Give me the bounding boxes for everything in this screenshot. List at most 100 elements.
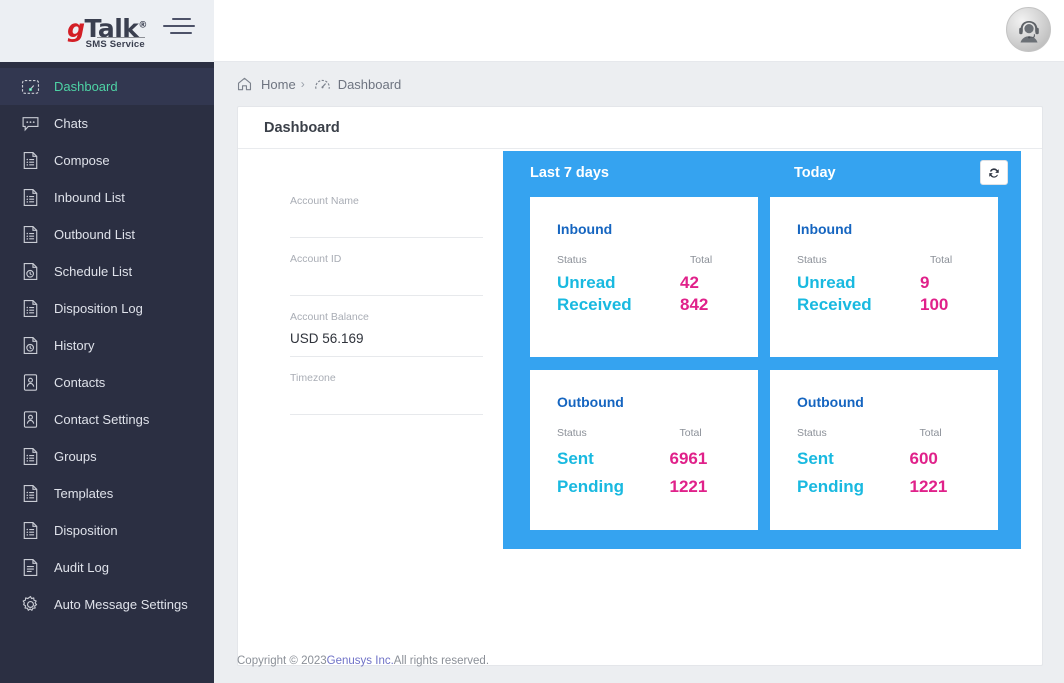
- home-icon: [237, 76, 255, 92]
- stat-card-header-row: Status Total: [797, 254, 973, 272]
- refresh-sync-icon: [989, 167, 999, 178]
- sidebar-item-label: Auto Message Settings: [54, 597, 188, 612]
- account-info-list: Account Name Account ID Account Balance USD…: [290, 195, 483, 430]
- stat-card-inbound-today: Inbound Status Total Unread 9 Received 100: [770, 197, 998, 357]
- column-header-status: Status: [557, 254, 587, 266]
- column-header-status: Status: [797, 254, 827, 266]
- stats-column-header-last7days: Last 7 days: [530, 165, 609, 181]
- footer: Copyright © 2023 Genusys Inc. All rights…: [214, 639, 1064, 683]
- stat-status-label: Unread: [557, 273, 616, 292]
- stat-card-header-row: Status Total: [557, 254, 733, 272]
- sidebar-item-disposition-log[interactable]: Disposition Log: [0, 290, 214, 327]
- table-row: Sent 600: [797, 445, 973, 473]
- table-row: Pending 1221: [797, 473, 973, 501]
- document-list-icon: [19, 188, 41, 208]
- breadcrumb-home-label[interactable]: Home: [261, 77, 296, 92]
- sidebar-item-label: Templates: [54, 486, 114, 501]
- footer-company-link[interactable]: Genusys Inc.: [327, 655, 394, 667]
- topbar: [214, 0, 1064, 62]
- sidebar-item-outbound-list[interactable]: Outbound List: [0, 216, 214, 253]
- stat-total-value: 1221: [669, 477, 708, 496]
- sidebar-item-label: Chats: [54, 116, 88, 131]
- document-list-icon: [19, 521, 41, 541]
- stat-status-label: Sent: [797, 449, 834, 468]
- sidebar-item-groups[interactable]: Groups: [0, 438, 214, 475]
- sidebar-item-label: Groups: [54, 449, 97, 464]
- stat-card-outbound-last-7-days: Outbound Status Total Sent 6961 Pending 1221: [530, 370, 758, 530]
- document-list-icon: [19, 447, 41, 467]
- stat-total-value: 6961: [669, 449, 708, 468]
- column-header-status: Status: [557, 427, 587, 439]
- sidebar-item-dashboard[interactable]: Dashboard: [0, 68, 214, 105]
- sidebar-item-label: History: [54, 338, 95, 353]
- stats-cards-grid: Inbound Status Total Unread 42 Received 842 Inb…: [530, 197, 998, 530]
- sidebar-item-label: Disposition Log: [54, 301, 143, 316]
- hamburger-line-3: [170, 32, 192, 34]
- column-header-total: Total: [689, 254, 713, 266]
- sidebar-item-audit-log[interactable]: Audit Log: [0, 549, 214, 586]
- logo-g-letter: g: [67, 13, 85, 43]
- stat-total-value: 1221: [909, 477, 948, 496]
- column-header-total: Total: [679, 427, 702, 439]
- sidebar-item-disposition[interactable]: Disposition: [0, 512, 214, 549]
- table-row: Received 842: [557, 294, 733, 316]
- table-row: Unread 9: [797, 272, 973, 294]
- sidebar: gTalk® SMS Service Dashboard Chats Compose…: [0, 0, 214, 683]
- sidebar-item-inbound-list[interactable]: Inbound List: [0, 179, 214, 216]
- breadcrumb-current-label: Dashboard: [337, 76, 402, 92]
- refresh-button[interactable]: [980, 160, 1008, 185]
- sidebar-item-compose[interactable]: Compose: [0, 142, 214, 179]
- stat-card-table: Status Total Sent 600 Pending 1221: [797, 427, 973, 501]
- sidebar-item-schedule-list[interactable]: Schedule List: [0, 253, 214, 290]
- stat-card-title: Outbound: [797, 394, 864, 410]
- sidebar-item-auto-message-settings[interactable]: Auto Message Settings: [0, 586, 214, 623]
- dashboard-panel: Dashboard Account Name Account ID Account …: [237, 106, 1043, 666]
- agent-headset-avatar[interactable]: [1006, 7, 1051, 52]
- stat-status-label: Received: [557, 295, 632, 314]
- sidebar-item-label: Schedule List: [54, 264, 133, 279]
- footer-copyright-suffix: All rights reserved.: [393, 655, 490, 667]
- account-field-label: Account Balance: [290, 311, 369, 323]
- stat-card-table: Status Total Sent 6961 Pending 1221: [557, 427, 733, 501]
- stat-total-value: 9: [919, 273, 930, 292]
- hamburger-menu-icon[interactable]: [163, 18, 197, 44]
- table-row: Pending 1221: [557, 473, 733, 501]
- panel-header: Dashboard: [238, 107, 1042, 149]
- sidebar-item-label: Disposition: [54, 523, 118, 538]
- stat-total-value: 100: [919, 295, 949, 314]
- stat-status-label: Pending: [557, 477, 625, 496]
- speedometer-icon: [19, 77, 41, 97]
- breadcrumb: Home › Dashboard: [214, 62, 1064, 106]
- sidebar-item-chats[interactable]: Chats: [0, 105, 214, 142]
- account-field-account-id: Account ID: [290, 253, 483, 296]
- stat-card-title: Inbound: [797, 221, 853, 237]
- stat-card-inbound-last-7-days: Inbound Status Total Unread 42 Received 842: [530, 197, 758, 357]
- sidebar-item-label: Outbound List: [54, 227, 135, 242]
- sidebar-item-label: Contacts: [54, 375, 106, 390]
- table-row: Sent 6961: [557, 445, 733, 473]
- sidebar-item-contact-settings[interactable]: Contact Settings: [0, 401, 214, 438]
- sidebar-item-history[interactable]: History: [0, 327, 214, 364]
- sidebar-item-label: Inbound List: [54, 190, 125, 205]
- account-field-value: USD 56.169: [290, 331, 364, 346]
- stat-card-title: Inbound: [557, 221, 613, 237]
- sidebar-nav: Dashboard Chats Compose Inbound List Outboun…: [0, 62, 214, 623]
- stat-card-table: Status Total Unread 9 Received 100: [797, 254, 973, 316]
- hamburger-line-2: [163, 25, 195, 27]
- table-row: Received 100: [797, 294, 973, 316]
- contact-card-icon: [19, 410, 41, 430]
- sidebar-item-templates[interactable]: Templates: [0, 475, 214, 512]
- stat-card-header-row: Status Total: [557, 427, 733, 445]
- stat-status-label: Received: [797, 295, 872, 314]
- account-field-timezone: Timezone: [290, 372, 483, 415]
- sidebar-item-contacts[interactable]: Contacts: [0, 364, 214, 401]
- stats-column-header-today: Today: [794, 165, 836, 181]
- app-logo[interactable]: gTalk® SMS Service: [67, 13, 147, 50]
- page-title: Dashboard: [264, 119, 340, 136]
- stat-status-label: Unread: [797, 273, 856, 292]
- sidebar-item-label: Audit Log: [54, 560, 109, 575]
- stats-header: Last 7 days Today: [503, 151, 1021, 197]
- stat-status-label: Sent: [557, 449, 594, 468]
- speedometer-icon: [314, 76, 332, 92]
- table-row: Unread 42: [557, 272, 733, 294]
